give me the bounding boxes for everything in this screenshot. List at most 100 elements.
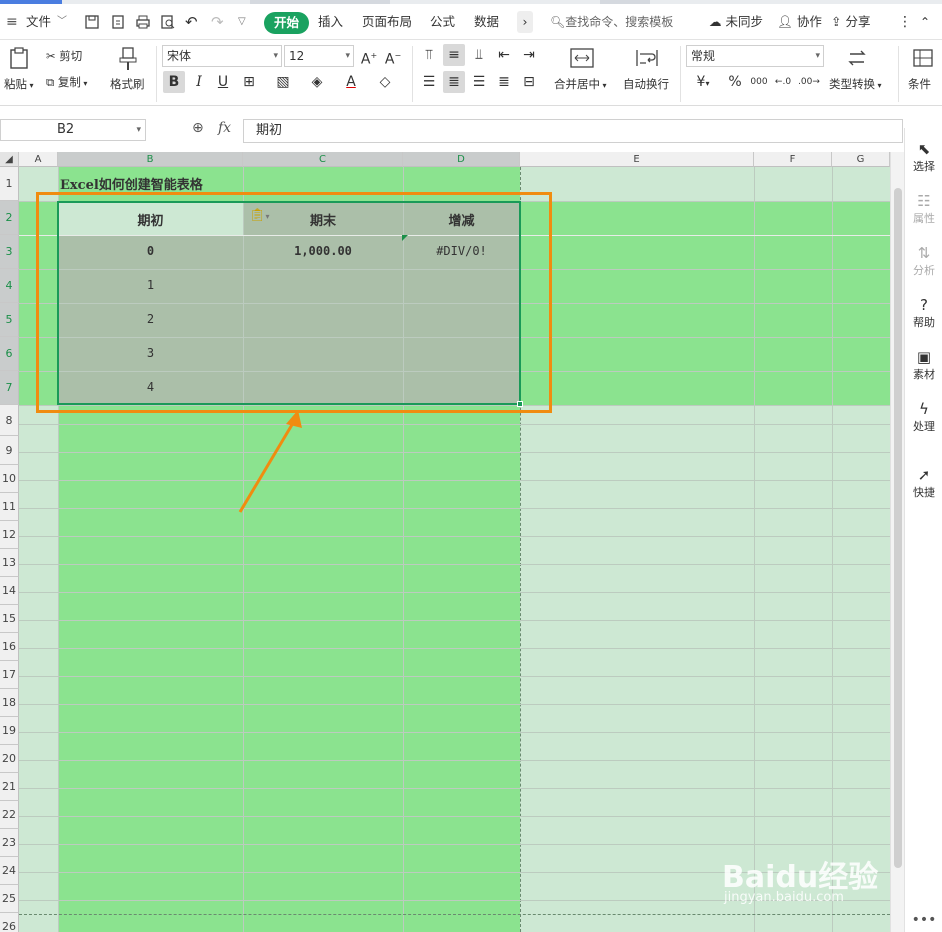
tab-page-layout[interactable]: 页面布局 bbox=[362, 12, 412, 32]
row-header-25[interactable]: 25 bbox=[0, 885, 19, 913]
type-convert-button[interactable]: 类型转换 ▾ bbox=[829, 76, 882, 94]
vertical-scrollbar[interactable] bbox=[890, 152, 904, 932]
panel-properties-button[interactable]: ☷ 属性 bbox=[905, 192, 942, 226]
wrap-text-icon[interactable] bbox=[635, 48, 659, 68]
export-pdf-icon[interactable] bbox=[110, 14, 126, 30]
fx-icon[interactable]: fx bbox=[218, 120, 231, 136]
row-header-20[interactable]: 20 bbox=[0, 745, 19, 773]
row-header-23[interactable]: 23 bbox=[0, 829, 19, 857]
align-middle-icon[interactable]: ≡ bbox=[443, 44, 465, 66]
bold-icon[interactable]: B bbox=[163, 71, 185, 93]
row-header-26[interactable]: 26 bbox=[0, 913, 19, 932]
quick-access-dropdown-icon[interactable]: ▽ bbox=[238, 12, 246, 32]
column-header-b[interactable]: B bbox=[58, 152, 243, 167]
column-header-c[interactable]: C bbox=[243, 152, 403, 167]
row-header-11[interactable]: 11 bbox=[0, 493, 19, 521]
panel-help-button[interactable]: ? 帮助 bbox=[905, 296, 942, 330]
font-size-select[interactable]: 12 ▾ bbox=[284, 45, 354, 67]
fill-color-icon[interactable]: ◈ bbox=[306, 71, 328, 93]
copy-button[interactable]: ⧉ 复制 ▾ bbox=[46, 74, 87, 92]
unsynced-status[interactable]: ☁ 未同步 bbox=[709, 12, 763, 32]
font-name-select[interactable]: 宋体 ▾ bbox=[162, 45, 282, 67]
format-painter-icon[interactable] bbox=[117, 46, 139, 72]
row-header-6[interactable]: 6 bbox=[0, 337, 19, 371]
conditional-format-icon[interactable] bbox=[912, 48, 934, 68]
border-icon[interactable]: ⊞ bbox=[238, 71, 260, 93]
decrease-decimal-icon[interactable]: .00→ bbox=[798, 71, 820, 93]
column-header-e[interactable]: E bbox=[520, 152, 754, 167]
search-input[interactable]: 查找命令、搜索模板 bbox=[565, 15, 673, 29]
row-header-15[interactable]: 15 bbox=[0, 605, 19, 633]
row-header-18[interactable]: 18 bbox=[0, 689, 19, 717]
underline-icon[interactable]: U bbox=[212, 71, 234, 93]
undo-icon[interactable]: ↶ bbox=[185, 12, 198, 32]
collaborate-button[interactable]: 👤︎ 协作 bbox=[777, 12, 822, 32]
select-all-corner[interactable]: ◢ bbox=[0, 152, 19, 167]
paste-button[interactable]: 粘贴 ▾ bbox=[4, 76, 34, 94]
hamburger-icon[interactable]: ≡ bbox=[6, 12, 18, 32]
row-header-17[interactable]: 17 bbox=[0, 661, 19, 689]
title-cell[interactable]: Excel如何创建智能表格 bbox=[60, 174, 203, 193]
merge-center-button[interactable]: 合并居中 ▾ bbox=[554, 76, 607, 94]
panel-select-button[interactable]: ⬉ 选择 bbox=[905, 140, 942, 174]
align-right-icon[interactable]: ☰ bbox=[468, 71, 490, 93]
tab-home[interactable]: 开始 bbox=[264, 12, 310, 34]
row-header-12[interactable]: 12 bbox=[0, 521, 19, 549]
panel-shortcut-button[interactable]: ➚ 快捷 bbox=[905, 466, 942, 500]
print-icon[interactable] bbox=[135, 14, 151, 30]
decrease-indent-icon[interactable]: ⇤ bbox=[493, 44, 515, 66]
thousands-separator-button[interactable]: 000 bbox=[748, 71, 770, 93]
percent-button[interactable]: % bbox=[724, 71, 746, 93]
format-painter-button[interactable]: 格式刷 bbox=[110, 76, 145, 92]
align-top-icon[interactable]: ⫪ bbox=[418, 44, 440, 66]
conditional-format-button[interactable]: 条件 bbox=[908, 76, 931, 92]
row-header-22[interactable]: 22 bbox=[0, 801, 19, 829]
file-menu[interactable]: 文件 bbox=[26, 12, 51, 32]
column-header-a[interactable]: A bbox=[19, 152, 58, 167]
row-header-1[interactable]: 1 bbox=[0, 167, 19, 201]
panel-more-icon[interactable]: ••• bbox=[905, 912, 942, 928]
vertical-scrollbar-thumb[interactable] bbox=[894, 188, 902, 868]
currency-button[interactable]: ¥▾ bbox=[690, 71, 716, 93]
column-header-f[interactable]: F bbox=[754, 152, 832, 167]
collapse-ribbon-icon[interactable]: ⌃ bbox=[920, 12, 930, 32]
tab-data[interactable]: 数据 bbox=[474, 12, 499, 32]
panel-analysis-button[interactable]: ⇅ 分析 bbox=[905, 244, 942, 278]
align-center-icon[interactable]: ≣ bbox=[443, 71, 465, 93]
increase-font-icon[interactable]: A+ bbox=[358, 45, 380, 68]
more-tabs-chevron-icon[interactable]: › bbox=[517, 11, 533, 33]
row-header-9[interactable]: 9 bbox=[0, 436, 19, 465]
row-header-5[interactable]: 5 bbox=[0, 303, 19, 337]
command-search[interactable]: 🔍︎查找命令、搜索模板 bbox=[550, 12, 673, 32]
align-bottom-icon[interactable]: ⫫ bbox=[468, 44, 490, 66]
increase-decimal-icon[interactable]: ←.0 bbox=[772, 71, 794, 93]
name-box[interactable]: B2 ▾ bbox=[0, 119, 146, 141]
panel-process-button[interactable]: ϟ 处理 bbox=[905, 400, 942, 434]
clear-format-icon[interactable]: ◇ bbox=[374, 71, 396, 93]
tab-formulas[interactable]: 公式 bbox=[430, 12, 455, 32]
print-preview-icon[interactable] bbox=[160, 14, 176, 30]
font-color-icon[interactable]: A bbox=[340, 71, 362, 93]
share-button[interactable]: ⇪ 分享 bbox=[831, 12, 870, 32]
row-header-8[interactable]: 8 bbox=[0, 405, 19, 436]
distribute-icon[interactable]: ⊟ bbox=[518, 71, 540, 93]
row-header-2[interactable]: 2 bbox=[0, 201, 19, 235]
more-options-icon[interactable]: ⋮ bbox=[898, 12, 912, 32]
fill-pattern-icon[interactable]: ▧ bbox=[272, 71, 294, 93]
row-header-10[interactable]: 10 bbox=[0, 465, 19, 493]
tab-insert[interactable]: 插入 bbox=[318, 12, 343, 32]
paste-icon[interactable] bbox=[8, 46, 30, 70]
row-header-4[interactable]: 4 bbox=[0, 269, 19, 303]
column-header-d[interactable]: D bbox=[403, 152, 520, 167]
row-header-7[interactable]: 7 bbox=[0, 371, 19, 405]
spreadsheet-grid[interactable]: ◢ A B C D E F G 1 2 3 4 5 6 7 8 9 10 11 … bbox=[0, 152, 890, 932]
decrease-font-icon[interactable]: A− bbox=[382, 45, 404, 68]
italic-icon[interactable]: I bbox=[188, 71, 210, 93]
row-header-16[interactable]: 16 bbox=[0, 633, 19, 661]
row-header-24[interactable]: 24 bbox=[0, 857, 19, 885]
column-header-g[interactable]: G bbox=[832, 152, 890, 167]
row-header-13[interactable]: 13 bbox=[0, 549, 19, 577]
row-header-21[interactable]: 21 bbox=[0, 773, 19, 801]
zoom-function-icon[interactable]: ⊕ bbox=[192, 120, 204, 136]
row-header-19[interactable]: 19 bbox=[0, 717, 19, 745]
